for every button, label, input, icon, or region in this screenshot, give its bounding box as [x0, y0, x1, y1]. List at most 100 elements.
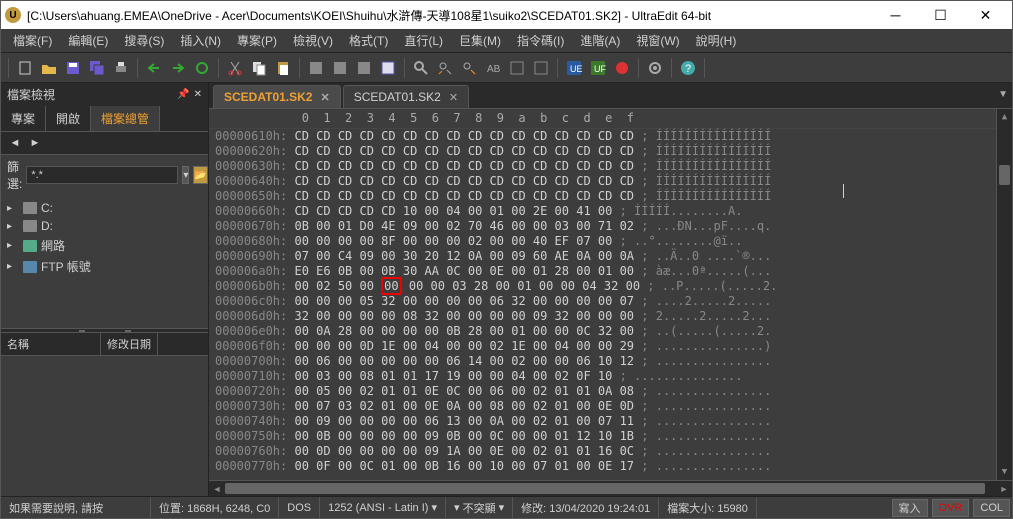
tool-ue-button[interactable]: UE	[563, 57, 585, 79]
find-next-button[interactable]	[458, 57, 480, 79]
menu-window[interactable]: 視窗(W)	[628, 29, 687, 52]
tool-stop-button[interactable]	[611, 57, 633, 79]
menu-project[interactable]: 專案(P)	[229, 29, 285, 52]
menu-insert[interactable]: 插入(N)	[172, 29, 229, 52]
replace-button[interactable]: AB	[482, 57, 504, 79]
statusbar: 如果需要說明, 請按 位置: 1868H, 6248, C0 DOS 1252 …	[1, 496, 1012, 518]
svg-text:UF: UF	[594, 64, 606, 74]
status-col-button[interactable]: COL	[973, 499, 1010, 517]
status-filesize: 檔案大小: 15980	[659, 497, 757, 518]
config-button[interactable]	[644, 57, 666, 79]
filter-input[interactable]	[26, 166, 178, 184]
vertical-scrollbar[interactable]: ▲ ▼	[996, 109, 1012, 480]
menu-file[interactable]: 檔案(F)	[5, 29, 60, 52]
filter-label: 篩選:	[7, 158, 22, 192]
filter-dropdown-button[interactable]: ▾	[182, 166, 189, 184]
sidebar-tab-project[interactable]: 專案	[1, 106, 46, 131]
scroll-left-icon[interactable]: ◄	[209, 481, 225, 496]
undo-button[interactable]	[143, 57, 165, 79]
tree-node-d[interactable]: ▸D:	[7, 217, 202, 235]
tool-button-2[interactable]	[329, 57, 351, 79]
pin-icon[interactable]: 📌	[177, 89, 189, 100]
menu-edit[interactable]: 編輯(E)	[60, 29, 116, 52]
app-icon: U	[5, 7, 21, 23]
find-prev-button[interactable]	[434, 57, 456, 79]
text-caret	[843, 184, 844, 198]
horizontal-scrollbar[interactable]: ◄ ►	[209, 480, 1012, 496]
repeat-button[interactable]	[191, 57, 213, 79]
col-name[interactable]: 名稱	[1, 333, 101, 355]
copy-button[interactable]	[248, 57, 270, 79]
sidebar-tab-explorer[interactable]: 檔案總管	[91, 106, 160, 131]
find-button[interactable]	[410, 57, 432, 79]
nav-back-button[interactable]: ◄	[7, 135, 23, 151]
svg-text:?: ?	[685, 63, 691, 75]
nav-fwd-button[interactable]: ►	[27, 135, 43, 151]
tool-button-3[interactable]	[353, 57, 375, 79]
menu-search[interactable]: 搜尋(S)	[116, 29, 172, 52]
status-position: 位置: 1868H, 6248, C0	[151, 497, 279, 518]
hex-content[interactable]: 00000610h: CD CD CD CD CD CD CD CD CD CD…	[209, 129, 996, 474]
paste-button[interactable]	[272, 57, 294, 79]
tab-list-dropdown[interactable]: ▼	[998, 89, 1008, 100]
status-ovr-button[interactable]: OVR	[932, 499, 970, 517]
status-modified: 修改: 13/04/2020 19:24:01	[513, 497, 659, 518]
svg-text:UE: UE	[570, 64, 582, 74]
close-tab-icon[interactable]: ✕	[320, 91, 329, 104]
open-button[interactable]	[38, 57, 60, 79]
toolbar: AB UE UF ?	[1, 53, 1012, 83]
scroll-thumb[interactable]	[999, 165, 1010, 185]
cut-button[interactable]	[224, 57, 246, 79]
close-button[interactable]: ✕	[963, 1, 1008, 29]
status-encoding[interactable]: 1252 (ANSI - Latin I) ▾	[320, 497, 446, 518]
save-all-button[interactable]	[86, 57, 108, 79]
tree-node-c[interactable]: ▸C:	[7, 199, 202, 217]
menu-script[interactable]: 指令碼(I)	[509, 29, 572, 52]
tool-button-4[interactable]	[377, 57, 399, 79]
file-tab-2[interactable]: SCEDAT01.SK2 ✕	[343, 85, 469, 108]
svg-text:AB: AB	[487, 64, 501, 75]
sidebar-close-icon[interactable]: ✕	[194, 89, 202, 100]
tool-uf-button[interactable]: UF	[587, 57, 609, 79]
close-tab-icon[interactable]: ✕	[449, 91, 458, 104]
sidebar: 檔案檢視 📌 ✕ 專案 開啟 檔案總管 ◄ ► 篩選: ▾ 📂	[1, 83, 209, 496]
menu-format[interactable]: 格式(T)	[341, 29, 396, 52]
titlebar: U [C:\Users\ahuang.EMEA\OneDrive - Acer\…	[1, 1, 1012, 29]
menubar: 檔案(F) 編輯(E) 搜尋(S) 插入(N) 專案(P) 檢視(V) 格式(T…	[1, 29, 1012, 53]
print-button[interactable]	[110, 57, 132, 79]
help-button[interactable]: ?	[677, 57, 699, 79]
hex-ruler: 0 1 2 3 4 5 6 7 8 9 a b c d e f	[209, 109, 996, 129]
new-file-button[interactable]	[14, 57, 36, 79]
tool-button-1[interactable]	[305, 57, 327, 79]
tree-node-ftp[interactable]: ▸FTP 帳號	[7, 256, 202, 277]
scroll-down-icon[interactable]: ▼	[997, 464, 1012, 480]
window-title: [C:\Users\ahuang.EMEA\OneDrive - Acer\Do…	[27, 7, 873, 24]
maximize-button[interactable]: ☐	[918, 1, 963, 29]
tool-button-5[interactable]	[506, 57, 528, 79]
scroll-up-icon[interactable]: ▲	[997, 109, 1012, 125]
status-lineend[interactable]: DOS	[279, 497, 320, 518]
status-write-button[interactable]: 寫入	[892, 499, 928, 517]
minimize-button[interactable]: ─	[873, 1, 918, 29]
menu-column[interactable]: 直行(L)	[396, 29, 451, 52]
file-tab-label: SCEDAT01.SK2	[354, 90, 441, 104]
scroll-right-icon[interactable]: ►	[996, 481, 1012, 496]
sidebar-tab-open[interactable]: 開啟	[46, 106, 91, 131]
tree-node-network[interactable]: ▸網路	[7, 235, 202, 256]
status-help: 如果需要說明, 請按	[1, 497, 151, 518]
save-button[interactable]	[62, 57, 84, 79]
menu-advanced[interactable]: 進階(A)	[572, 29, 628, 52]
menu-help[interactable]: 說明(H)	[688, 29, 745, 52]
status-highlight[interactable]: ▾ 不突顯 ▾	[446, 497, 513, 518]
scroll-thumb-h[interactable]	[225, 483, 985, 494]
filter-go-button[interactable]: 📂	[193, 166, 207, 184]
sidebar-title: 檔案檢視	[7, 86, 55, 103]
menu-view[interactable]: 檢視(V)	[285, 29, 341, 52]
menu-macro[interactable]: 巨集(M)	[451, 29, 509, 52]
file-tab-1[interactable]: SCEDAT01.SK2 ✕	[213, 85, 341, 108]
tool-button-6[interactable]	[530, 57, 552, 79]
redo-button[interactable]	[167, 57, 189, 79]
file-tab-label: SCEDAT01.SK2	[224, 90, 312, 104]
col-modified[interactable]: 修改日期	[101, 333, 158, 355]
drive-tree: ▸C: ▸D: ▸網路 ▸FTP 帳號	[1, 195, 208, 281]
